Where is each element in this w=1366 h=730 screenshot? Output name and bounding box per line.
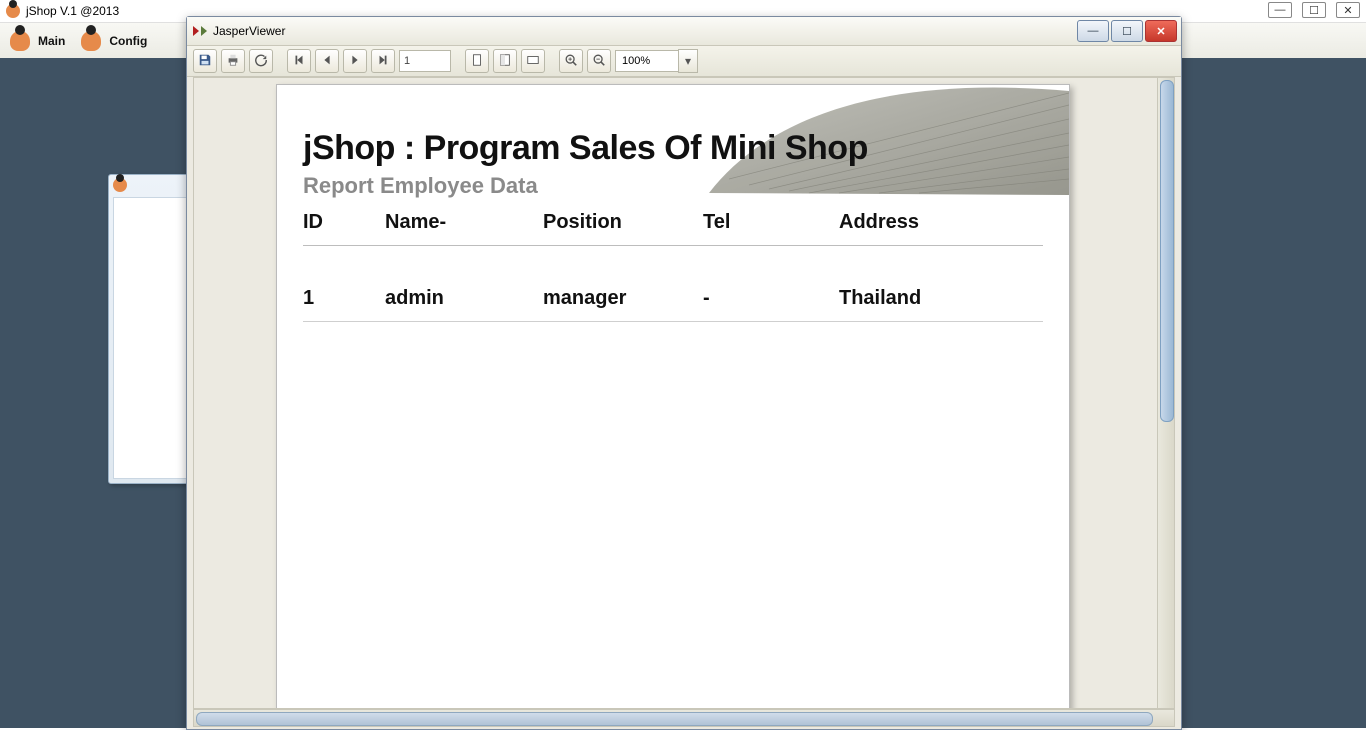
- menu-config-icon: [81, 31, 101, 51]
- jasper-maximize-button[interactable]: ☐: [1111, 20, 1143, 42]
- jasper-close-button[interactable]: ✕: [1145, 20, 1177, 42]
- fit-width-button[interactable]: [521, 49, 545, 73]
- zoom-out-icon: [592, 53, 606, 70]
- col-name: Name-: [385, 211, 525, 234]
- next-page-button[interactable]: [343, 49, 367, 73]
- reload-button[interactable]: [249, 49, 273, 73]
- internal-frame-header[interactable]: [109, 175, 191, 195]
- app-title: jShop V.1 @2013: [26, 4, 119, 18]
- prev-page-icon: [320, 53, 334, 70]
- save-button[interactable]: [193, 49, 217, 73]
- zoom-dropdown-button[interactable]: ▾: [678, 49, 698, 73]
- zoom-value[interactable]: 100%: [615, 50, 678, 72]
- first-page-icon: [292, 53, 306, 70]
- zoom-in-icon: [564, 53, 578, 70]
- fit-page-button[interactable]: [493, 49, 517, 73]
- menu-main-icon: [10, 31, 30, 51]
- vertical-scrollbar[interactable]: [1157, 78, 1174, 708]
- table-row: 1 admin manager - Thailand: [303, 281, 1043, 322]
- prev-page-button[interactable]: [315, 49, 339, 73]
- col-position: Position: [543, 211, 693, 234]
- jasper-app-icon: [201, 26, 207, 36]
- fit-page-icon: [498, 53, 512, 70]
- workspace: JasperViewer — ☐ ✕: [0, 58, 1366, 728]
- vertical-scroll-thumb[interactable]: [1160, 80, 1174, 422]
- jasper-title: JasperViewer: [213, 24, 285, 38]
- jasper-viewer-window: JasperViewer — ☐ ✕: [186, 16, 1182, 730]
- page-actual-icon: [470, 53, 484, 70]
- menu-main[interactable]: Main: [38, 34, 65, 48]
- save-icon: [198, 53, 212, 70]
- report-page: jShop : Program Sales Of Mini Shop Repor…: [276, 84, 1070, 709]
- cell-position: manager: [543, 287, 693, 310]
- horizontal-scroll-thumb[interactable]: [196, 712, 1153, 726]
- fit-width-icon: [526, 53, 540, 70]
- page-number-input[interactable]: [399, 50, 451, 72]
- first-page-button[interactable]: [287, 49, 311, 73]
- col-tel: Tel: [703, 211, 823, 234]
- menu-config[interactable]: Config: [109, 34, 147, 48]
- internal-frame-body: [113, 197, 187, 479]
- reload-icon: [254, 53, 268, 70]
- report-viewport[interactable]: jShop : Program Sales Of Mini Shop Repor…: [193, 77, 1175, 709]
- jasper-titlebar[interactable]: JasperViewer — ☐ ✕: [187, 17, 1181, 46]
- zoom-out-button[interactable]: [587, 49, 611, 73]
- zoom-in-button[interactable]: [559, 49, 583, 73]
- cell-name: admin: [385, 287, 525, 310]
- last-page-button[interactable]: [371, 49, 395, 73]
- internal-frame[interactable]: [108, 174, 192, 484]
- app-maximize-button[interactable]: ☐: [1302, 2, 1326, 18]
- app-close-button[interactable]: ✕: [1336, 2, 1360, 18]
- report-title: jShop : Program Sales Of Mini Shop: [303, 129, 868, 168]
- col-id: ID: [303, 211, 373, 234]
- app-window-controls: — ☐ ✕: [1268, 2, 1360, 18]
- app-icon: [6, 4, 20, 18]
- actual-size-button[interactable]: [465, 49, 489, 73]
- internal-frame-icon: [113, 178, 127, 192]
- jasper-minimize-button[interactable]: —: [1077, 20, 1109, 42]
- next-page-icon: [348, 53, 362, 70]
- zoom-select[interactable]: 100% ▾: [615, 49, 698, 73]
- print-button[interactable]: [221, 49, 245, 73]
- last-page-icon: [376, 53, 390, 70]
- app-minimize-button[interactable]: —: [1268, 2, 1292, 18]
- print-icon: [226, 53, 240, 70]
- jasper-toolbar: 100% ▾: [187, 46, 1181, 77]
- report-header-row: ID Name- Position Tel Address: [303, 205, 1043, 246]
- cell-address: Thailand: [839, 287, 1039, 310]
- chevron-down-icon: ▾: [685, 54, 691, 68]
- jasper-app-icon: [193, 26, 199, 36]
- cell-id: 1: [303, 287, 373, 310]
- jasper-window-controls: — ☐ ✕: [1077, 20, 1177, 42]
- horizontal-scrollbar[interactable]: [193, 709, 1175, 727]
- col-address: Address: [839, 211, 1039, 234]
- report-subtitle: Report Employee Data: [303, 173, 538, 199]
- cell-tel: -: [703, 287, 823, 310]
